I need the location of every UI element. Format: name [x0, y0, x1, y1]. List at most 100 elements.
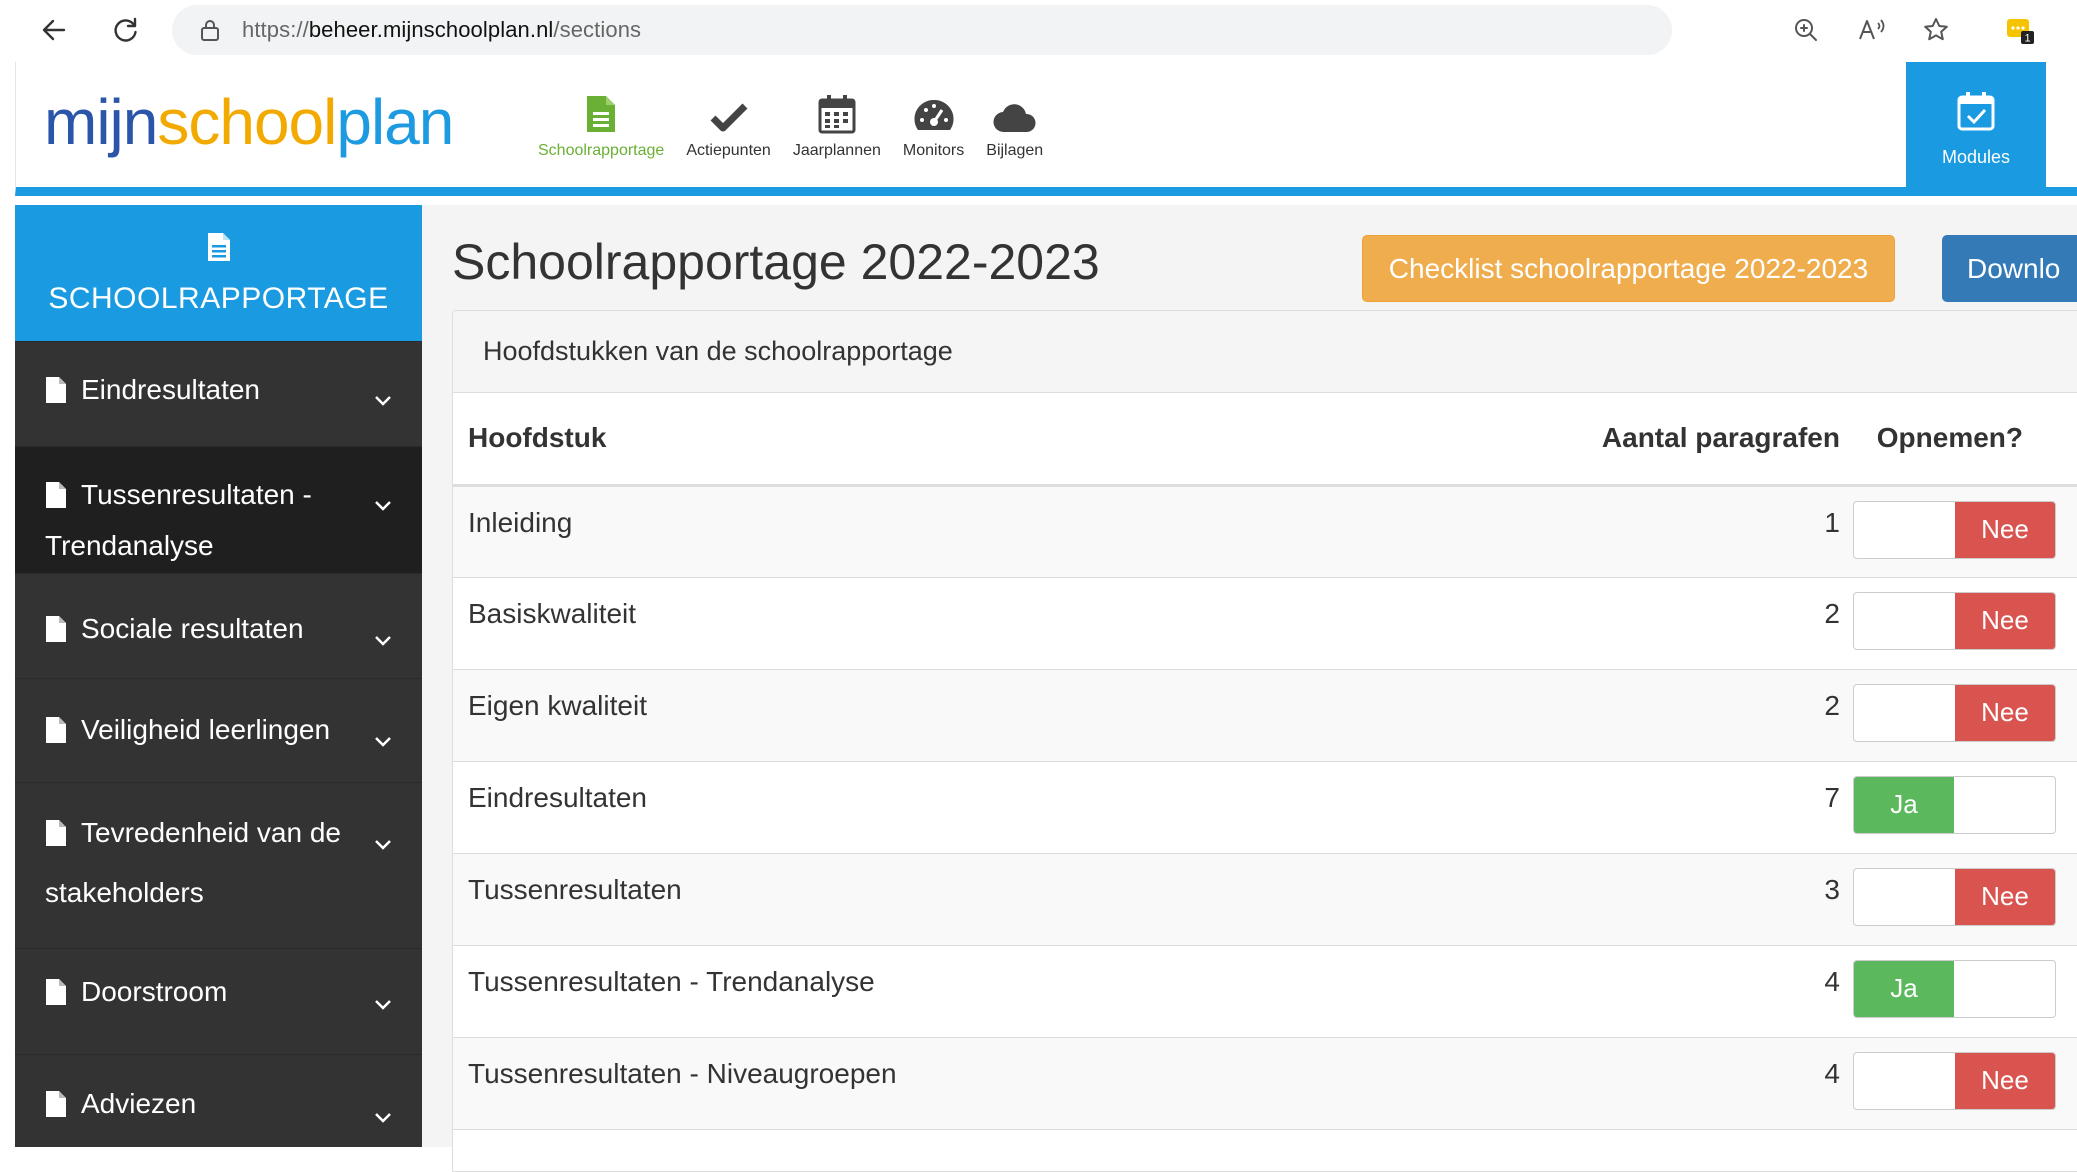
file-icon — [45, 716, 67, 744]
check-icon — [709, 84, 749, 134]
chevron-down-icon[interactable] — [374, 487, 392, 519]
mijnschoolplan-logo[interactable]: mijnschoolplan — [44, 90, 454, 154]
include-toggle[interactable]: Nee — [1853, 867, 2056, 926]
sidebar-item-eindresultaten[interactable]: Eindresultaten — [15, 341, 422, 446]
sidebar-item-adviezen[interactable]: Adviezen — [15, 1054, 422, 1134]
include-toggle[interactable]: Nee — [1853, 1051, 2056, 1110]
top-navigation: Schoolrapportage Actiepunten Jaarplannen… — [538, 84, 1065, 160]
paragraph-count: 2 — [1113, 669, 1850, 762]
extension-icon[interactable]: 1 — [2000, 10, 2040, 50]
paragraph-count: 3 — [1113, 853, 1850, 946]
download-button[interactable]: Downlo — [1942, 235, 2077, 302]
chapters-table: Hoofdstuk Aantal paragrafen Opnemen? Inl… — [453, 393, 2077, 1130]
zoom-icon[interactable] — [1786, 10, 1826, 50]
panel-heading: Hoofdstukken van de schoolrapportage — [453, 311, 2077, 393]
toggle-off-label: Nee — [1955, 592, 2055, 649]
chapter-name: Eigen kwaliteit — [453, 669, 1114, 762]
topnav-monitors[interactable]: Monitors — [903, 84, 964, 160]
include-toggle[interactable]: Ja — [1853, 775, 2056, 834]
paragraph-count: 1 — [1113, 485, 1850, 578]
favorite-star-icon[interactable] — [1916, 10, 1956, 50]
chapters-panel: Hoofdstukken van de schoolrapportage Hoo… — [452, 310, 2077, 1172]
include-cell: Nee — [1849, 577, 2077, 670]
topnav-bijlagen[interactable]: Bijlagen — [986, 84, 1043, 160]
svg-text:1: 1 — [2024, 33, 2030, 45]
cloud-icon — [992, 84, 1038, 134]
chevron-down-icon[interactable] — [374, 1099, 392, 1131]
paragraph-count: 4 — [1113, 1037, 1850, 1130]
topnav-jaarplannen[interactable]: Jaarplannen — [793, 84, 881, 160]
table-row: Tussenresultaten 3 Nee — [453, 853, 2077, 946]
app-header: mijnschoolplan Schoolrapportage Actiepun… — [15, 62, 2077, 196]
paragraph-count: 4 — [1113, 945, 1850, 1038]
chapter-name: Tussenresultaten — [453, 853, 1114, 946]
chevron-down-icon[interactable] — [374, 382, 392, 414]
document-icon — [585, 84, 617, 134]
sidebar-item-veiligheid-leerlingen[interactable]: Veiligheid leerlingen — [15, 678, 422, 782]
sidebar-item-tussenresultaten-trendanalyse[interactable]: Tussenresultaten - Trendanalyse — [15, 446, 422, 573]
sidebar-header[interactable]: SCHOOLRAPPORTAGE — [15, 205, 422, 341]
column-header-opnemen[interactable]: Opnemen? — [1849, 393, 2077, 487]
chapter-name: Tussenresultaten - Trendanalyse — [453, 945, 1114, 1038]
chapter-name: Tussenresultaten - Niveaugroepen — [453, 1037, 1114, 1130]
site-info-icon[interactable] — [200, 18, 220, 42]
column-header-aantal-paragrafen[interactable]: Aantal paragrafen — [1113, 393, 1850, 487]
include-cell: Nee — [1849, 669, 2077, 762]
include-toggle[interactable]: Ja — [1853, 959, 2056, 1018]
file-icon — [45, 481, 67, 509]
checklist-button[interactable]: Checklist schoolrapportage 2022-2023 — [1362, 235, 1895, 302]
topnav-schoolrapportage[interactable]: Schoolrapportage — [538, 84, 664, 160]
table-row: Basiskwaliteit 2 Nee — [453, 577, 2077, 670]
document-icon — [206, 231, 232, 268]
modules-button[interactable]: Modules — [1906, 62, 2046, 196]
toggle-off-label: Nee — [1955, 868, 2055, 925]
paragraph-count: 7 — [1113, 761, 1850, 854]
file-icon — [45, 978, 67, 1006]
chevron-down-icon[interactable] — [374, 723, 392, 755]
address-bar[interactable]: https://beheer.mijnschoolplan.nl/section… — [172, 5, 1672, 55]
table-row: Inleiding 1 Nee — [453, 485, 2077, 578]
paragraph-count: 2 — [1113, 577, 1850, 670]
table-row: Eindresultaten 7 Ja — [453, 761, 2077, 854]
back-arrow-icon[interactable] — [34, 10, 74, 50]
include-toggle[interactable]: Nee — [1853, 683, 2056, 742]
toggle-off-label: Nee — [1955, 501, 2055, 558]
toggle-off-label: Nee — [1955, 1052, 2055, 1109]
toggle-on-label: Ja — [1854, 776, 1954, 833]
topnav-actiepunten[interactable]: Actiepunten — [686, 84, 771, 160]
sidebar-item-sociale-resultaten[interactable]: Sociale resultaten — [15, 573, 422, 678]
include-toggle[interactable]: Nee — [1853, 591, 2056, 650]
calendar-icon — [818, 84, 856, 134]
sidebar-item-tevredenheid-stakeholders[interactable]: Tevredenheid van de stakeholders — [15, 782, 422, 948]
include-toggle[interactable]: Nee — [1853, 500, 2056, 559]
sidebar-item-doorstroom[interactable]: Doorstroom — [15, 948, 422, 1054]
file-icon — [45, 376, 67, 404]
table-row: Eigen kwaliteit 2 Nee — [453, 669, 2077, 762]
sidebar-title: SCHOOLRAPPORTAGE — [48, 281, 389, 315]
url-text: https://beheer.mijnschoolplan.nl/section… — [242, 17, 642, 42]
include-cell: Nee — [1849, 1037, 2077, 1130]
browser-toolbar: https://beheer.mijnschoolplan.nl/section… — [0, 0, 2077, 62]
file-icon — [45, 1090, 67, 1118]
include-cell: Nee — [1849, 853, 2077, 946]
file-icon — [45, 615, 67, 643]
include-cell: Ja — [1849, 945, 2077, 1038]
table-row: Tussenresultaten - Trendanalyse 4 Ja — [453, 945, 2077, 1038]
chapter-name: Eindresultaten — [453, 761, 1114, 854]
include-cell: Nee — [1849, 485, 2077, 578]
chapter-name: Basiskwaliteit — [453, 577, 1114, 670]
table-header-row: Hoofdstuk Aantal paragrafen Opnemen? — [453, 393, 2077, 487]
sidebar: SCHOOLRAPPORTAGE Eindresultaten Tussenre… — [15, 205, 422, 1147]
reload-icon[interactable] — [106, 10, 146, 50]
chevron-down-icon[interactable] — [374, 986, 392, 1018]
page-title: Schoolrapportage 2022-2023 — [452, 234, 1100, 290]
table-row: Tussenresultaten - Niveaugroepen 4 Nee — [453, 1037, 2077, 1130]
chevron-down-icon[interactable] — [374, 622, 392, 654]
read-aloud-icon[interactable] — [1852, 10, 1892, 50]
include-cell: Ja — [1849, 761, 2077, 854]
calendar-check-icon — [1956, 90, 1996, 137]
column-header-hoofdstuk[interactable]: Hoofdstuk — [453, 393, 1114, 487]
chapter-name: Inleiding — [453, 485, 1114, 578]
toggle-off-label: Nee — [1955, 684, 2055, 741]
chevron-down-icon[interactable] — [374, 826, 392, 858]
